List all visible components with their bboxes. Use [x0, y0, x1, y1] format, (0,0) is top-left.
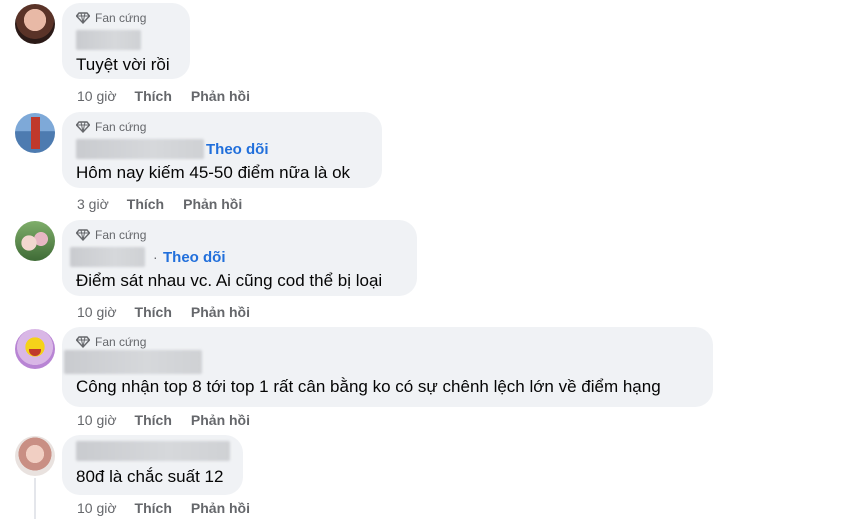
reply-button[interactable]: Phản hồi	[191, 412, 250, 428]
comment-actions: 10 giờ Thích Phản hồi	[77, 304, 269, 320]
fan-badge[interactable]: Fan cứng	[76, 335, 146, 349]
fan-badge[interactable]: Fan cứng	[76, 120, 146, 134]
like-button[interactable]: Thích	[135, 412, 172, 428]
avatar[interactable]	[15, 113, 55, 153]
timestamp[interactable]: 10 giờ	[77, 500, 117, 516]
badge-label: Fan cứng	[95, 335, 147, 349]
badge-label: Fan cứng	[95, 228, 147, 242]
avatar[interactable]	[15, 329, 55, 369]
comment-actions: 10 giờ Thích Phản hồi	[77, 88, 269, 104]
like-button[interactable]: Thích	[135, 88, 172, 104]
reply-button[interactable]: Phản hồi	[191, 500, 250, 516]
reply-thread-line	[34, 478, 36, 519]
diamond-icon	[76, 121, 90, 133]
like-button[interactable]: Thích	[135, 304, 172, 320]
like-button[interactable]: Thích	[135, 500, 172, 516]
diamond-icon	[76, 12, 90, 24]
follow-link[interactable]: Theo dõi	[163, 249, 226, 266]
comment-bubble: 80đ là chắc suất 12	[62, 435, 243, 495]
author-name-redacted[interactable]	[76, 441, 230, 461]
comment-bubble: Fan cứng Theo dõi Hôm nay kiếm 45-50 điể…	[62, 112, 382, 188]
timestamp[interactable]: 3 giờ	[77, 196, 109, 212]
comment-text: Hôm nay kiếm 45-50 điểm nữa là ok	[76, 163, 351, 182]
follow-link[interactable]: Theo dõi	[206, 141, 269, 158]
fan-badge[interactable]: Fan cứng	[76, 11, 146, 25]
timestamp[interactable]: 10 giờ	[77, 412, 117, 428]
like-button[interactable]: Thích	[127, 196, 164, 212]
timestamp[interactable]: 10 giờ	[77, 304, 117, 320]
comment-text: 80đ là chắc suất 12	[76, 467, 224, 486]
comment-bubble: Fan cứng Công nhận top 8 tới top 1 rất c…	[62, 327, 713, 407]
comment-actions: 3 giờ Thích Phản hồi	[77, 196, 261, 212]
comment-text: Công nhận top 8 tới top 1 rất cân bằng k…	[76, 377, 661, 396]
avatar-flag	[31, 117, 40, 149]
avatar-mouth	[29, 349, 41, 356]
badge-label: Fan cứng	[95, 11, 147, 25]
comment-bubble: Fan cứng Tuyệt vời rồi	[62, 3, 190, 79]
avatar[interactable]	[15, 221, 55, 261]
reply-button[interactable]: Phản hồi	[191, 88, 250, 104]
reply-button[interactable]: Phản hồi	[183, 196, 242, 212]
fan-badge[interactable]: Fan cứng	[76, 228, 146, 242]
comment-text: Tuyệt vời rồi	[76, 55, 170, 74]
comment-actions: 10 giờ Thích Phản hồi	[77, 412, 269, 428]
diamond-icon	[76, 229, 90, 241]
author-name-redacted[interactable]	[64, 350, 202, 374]
comment-text: Điểm sát nhau vc. Ai cũng cod thể bị loạ…	[76, 271, 383, 290]
timestamp[interactable]: 10 giờ	[77, 88, 117, 104]
author-name-redacted[interactable]	[70, 247, 145, 267]
comment-bubble: Fan cứng · Theo dõi Điểm sát nhau vc. Ai…	[62, 220, 417, 296]
author-name-redacted[interactable]	[76, 139, 204, 159]
diamond-icon	[76, 336, 90, 348]
avatar[interactable]	[15, 4, 55, 44]
avatar[interactable]	[15, 436, 55, 476]
separator-dot: ·	[153, 249, 158, 265]
author-name-redacted[interactable]	[76, 30, 141, 50]
badge-label: Fan cứng	[95, 120, 147, 134]
comment-actions: 10 giờ Thích Phản hồi	[77, 500, 269, 516]
reply-button[interactable]: Phản hồi	[191, 304, 250, 320]
